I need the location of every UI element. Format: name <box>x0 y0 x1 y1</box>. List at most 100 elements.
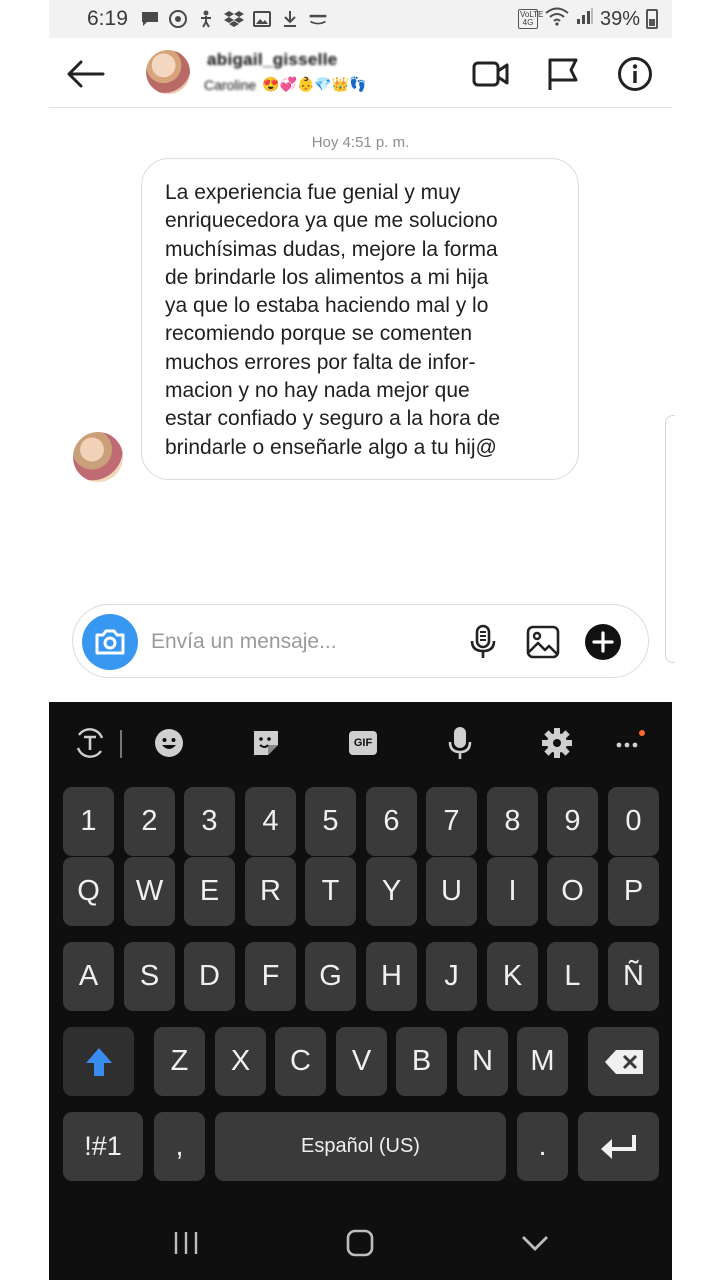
backspace-key[interactable] <box>588 1027 659 1096</box>
key-4[interactable]: 4 <box>245 787 296 856</box>
message-line: La experiencia fue genial y muy <box>165 181 461 204</box>
back-arrow-icon <box>67 60 105 88</box>
text-mode-button[interactable] <box>69 722 111 764</box>
message-line: enriquecedora ya que me soluciono <box>165 209 498 233</box>
signal-icon <box>576 7 594 31</box>
recent-apps-button[interactable] <box>161 1222 211 1264</box>
hide-keyboard-button[interactable] <box>510 1222 560 1264</box>
keyboard-settings-button[interactable] <box>536 722 578 764</box>
chat-header: abigail_gisselle Caroline 😍💞👶💎👑👣 <box>49 38 672 108</box>
keyboard-more-button[interactable] <box>608 722 650 764</box>
symbols-key[interactable]: !#1 <box>63 1112 143 1181</box>
key-3[interactable]: 3 <box>184 787 235 856</box>
message-input[interactable] <box>151 625 451 659</box>
key-c[interactable]: C <box>275 1027 326 1096</box>
key-z[interactable]: Z <box>154 1027 205 1096</box>
message-line: brindarle o enseñarle algo a tu hij@ <box>165 435 497 459</box>
key-8[interactable]: 8 <box>487 787 538 856</box>
period-key[interactable]: . <box>517 1112 568 1181</box>
chrome-icon <box>168 10 188 28</box>
key-enie[interactable]: Ñ <box>608 942 659 1011</box>
key-b[interactable]: B <box>396 1027 447 1096</box>
battery-percent: 39% <box>599 7 640 30</box>
key-a[interactable]: A <box>63 942 114 1011</box>
emoji-button[interactable] <box>148 722 190 764</box>
status-right: VoLTE 4G 39% <box>517 6 658 32</box>
message-composer <box>72 604 649 678</box>
key-g[interactable]: G <box>305 942 356 1011</box>
key-u[interactable]: U <box>426 857 477 926</box>
phone-screen: 6:19 VoLTE 4G 39% abigail_gisselle Carol… <box>49 0 672 1280</box>
key-2[interactable]: 2 <box>124 787 175 856</box>
header-avatar[interactable] <box>146 50 190 94</box>
gear-icon <box>542 728 572 758</box>
microphone-icon <box>448 727 472 759</box>
gif-label: GIF <box>353 737 373 749</box>
key-x[interactable]: X <box>215 1027 266 1096</box>
key-e[interactable]: E <box>184 857 235 926</box>
key-d[interactable]: D <box>184 942 235 1011</box>
toolbar-divider <box>120 730 122 758</box>
contact-subtitle: Caroline 😍💞👶💎👑👣 <box>204 76 367 93</box>
sender-avatar[interactable] <box>73 432 123 482</box>
camera-button[interactable] <box>82 614 138 670</box>
enter-arrow-icon <box>600 1134 636 1159</box>
gallery-button[interactable] <box>522 621 564 663</box>
message-line: muchísimas dudas, mejore la forma <box>165 237 498 261</box>
side-panel-edge <box>665 415 675 663</box>
key-9[interactable]: 9 <box>547 787 598 856</box>
message-line: estar confiado y seguro a la hora de <box>165 407 501 431</box>
message-bubble[interactable]: La experiencia fue genial y muy enriquec… <box>141 158 579 480</box>
backspace-icon <box>604 1049 643 1074</box>
key-v[interactable]: V <box>336 1027 387 1096</box>
key-1[interactable]: 1 <box>63 787 114 856</box>
key-0[interactable]: 0 <box>608 787 659 856</box>
key-6[interactable]: 6 <box>366 787 417 856</box>
key-k[interactable]: K <box>487 942 538 1011</box>
shift-key[interactable] <box>63 1027 134 1096</box>
key-7[interactable]: 7 <box>426 787 477 856</box>
key-i[interactable]: I <box>487 857 538 926</box>
download-icon <box>280 10 300 28</box>
key-r[interactable]: R <box>245 857 296 926</box>
key-j[interactable]: J <box>426 942 477 1011</box>
key-l[interactable]: L <box>547 942 598 1011</box>
home-button[interactable] <box>335 1222 385 1264</box>
voice-input-button[interactable] <box>439 722 481 764</box>
key-n[interactable]: N <box>457 1027 508 1096</box>
key-o[interactable]: O <box>547 857 598 926</box>
key-p[interactable]: P <box>608 857 659 926</box>
comma-key[interactable]: , <box>154 1112 205 1181</box>
key-5[interactable]: 5 <box>305 787 356 856</box>
sticker-button[interactable] <box>245 722 287 764</box>
info-button[interactable] <box>613 52 657 96</box>
key-q[interactable]: Q <box>63 857 114 926</box>
key-y[interactable]: Y <box>366 857 417 926</box>
message-line: macion y no hay nada mejor que <box>165 379 470 403</box>
space-bar[interactable]: Español (US) <box>215 1112 506 1181</box>
video-call-button[interactable] <box>469 52 513 96</box>
key-t[interactable]: T <box>305 857 356 926</box>
gallery-icon <box>252 10 272 28</box>
gif-button[interactable]: GIF <box>342 722 384 764</box>
flag-icon <box>548 58 578 90</box>
key-w[interactable]: W <box>124 857 175 926</box>
keyboard: GIF 1 2 3 4 5 6 7 8 9 0 Q W E R T Y U I … <box>49 702 672 1280</box>
chat-icon <box>140 10 160 28</box>
camera-icon <box>95 629 125 655</box>
system-navigation-bar <box>49 1206 672 1280</box>
recents-icon <box>174 1232 198 1254</box>
plus-circle-icon <box>585 624 621 660</box>
key-f[interactable]: F <box>245 942 296 1011</box>
voice-message-button[interactable] <box>462 621 504 663</box>
contact-emojis: 😍💞👶💎👑👣 <box>262 76 367 92</box>
video-camera-icon <box>472 61 509 87</box>
key-m[interactable]: M <box>517 1027 568 1096</box>
key-h[interactable]: H <box>366 942 417 1011</box>
more-options-button[interactable] <box>582 621 624 663</box>
key-s[interactable]: S <box>124 942 175 1011</box>
enter-key[interactable] <box>578 1112 659 1181</box>
contact-username[interactable]: abigail_gisselle <box>207 50 337 70</box>
flag-button[interactable] <box>541 52 585 96</box>
back-button[interactable] <box>63 52 107 96</box>
